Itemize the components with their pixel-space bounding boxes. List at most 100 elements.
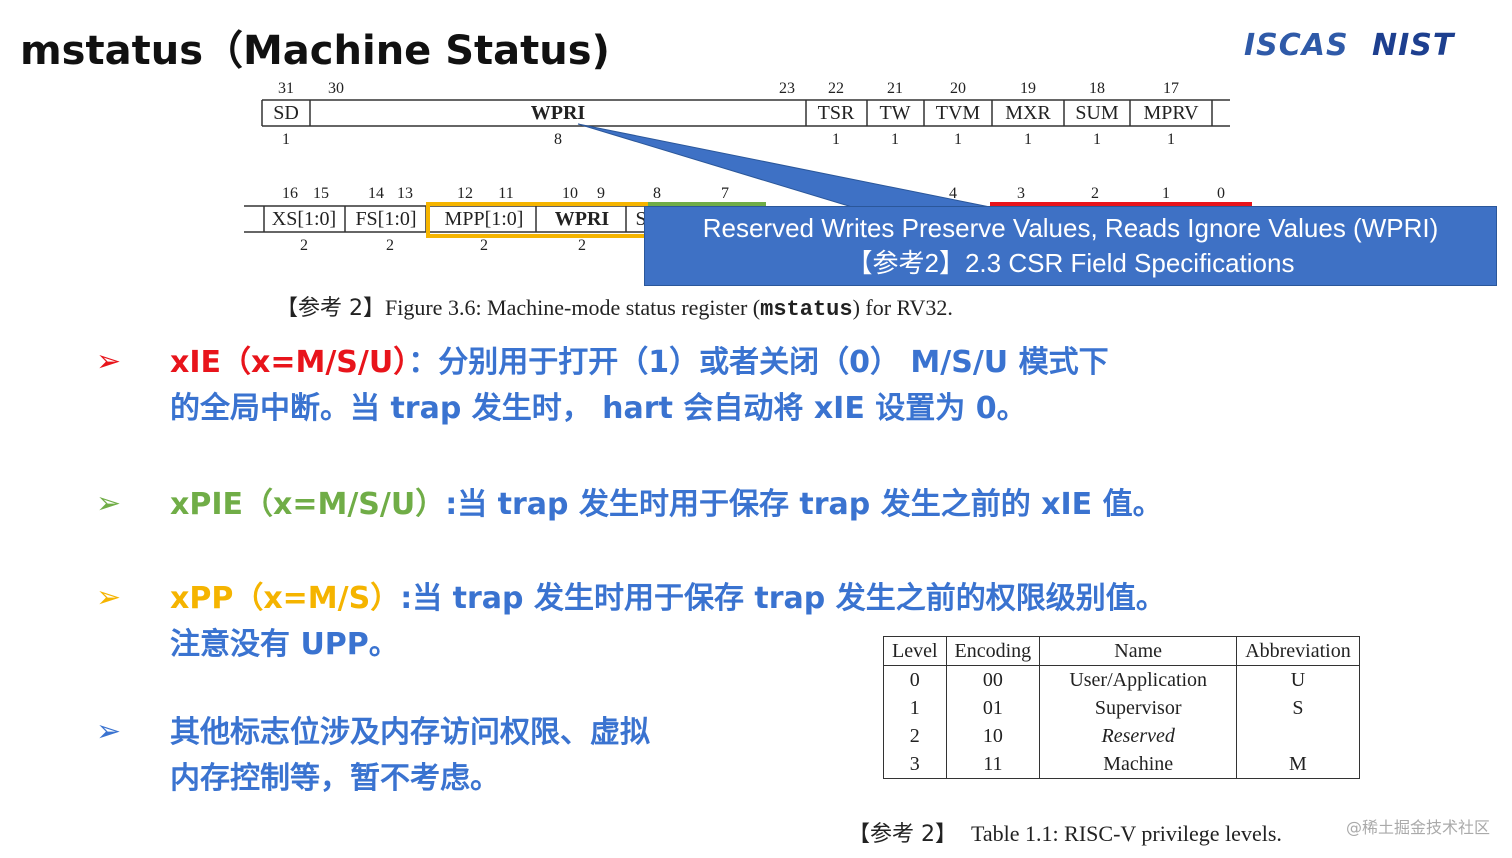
table-cell: [1236, 722, 1360, 750]
figure-caption: 【参考 2】Figure 3.6: Machine-mode status re…: [276, 290, 953, 322]
caption-ref: 【参考 2】: [276, 296, 385, 321]
table-cell: Machine: [1039, 750, 1238, 779]
callout-line-1: Reserved Writes Preserve Values, Reads I…: [702, 213, 1439, 243]
bullet-key: xPIE（x=M/S/U）: [170, 487, 446, 522]
bullet-text: :当 trap 发生时用于保存 trap 发生之前的 xIE 值。: [445, 487, 1163, 522]
table-cell: 2: [883, 722, 947, 750]
table-cell: 00: [945, 665, 1041, 694]
bit-label: 9: [597, 185, 605, 202]
table-row: 0 00 User/Application U: [883, 665, 1360, 694]
width-label: 2: [300, 237, 308, 254]
bit-label: 22: [828, 80, 844, 97]
bullet-xie: xIE（x=M/S/U）：分别用于打开（1）或者关闭（0） M/S/U 模式下 …: [170, 340, 1109, 432]
column-header: Abbreviation: [1236, 636, 1360, 666]
callout-line-2: 【参考2】2.3 CSR Field Specifications: [846, 248, 1295, 278]
bit-label: 7: [721, 185, 729, 202]
field-tw: TW: [879, 102, 910, 124]
table-cell: 1: [883, 694, 947, 722]
callout-pointer: [577, 123, 991, 208]
bit-label: 30: [328, 80, 344, 97]
bullet-arrow-icon: ➢: [96, 580, 122, 615]
column-header: Encoding: [945, 636, 1041, 666]
field-xs: XS[1:0]: [272, 208, 336, 230]
field-tsr: TSR: [818, 102, 855, 124]
bit-label: 23: [779, 80, 795, 97]
bullet-arrow-icon: ➢: [96, 714, 122, 749]
table-row: 2 10 Reserved: [883, 722, 1360, 750]
table-cell: Reserved: [1039, 722, 1238, 750]
bit-label: 18: [1089, 80, 1105, 97]
field-fs: FS[1:0]: [355, 208, 416, 230]
table-cell: S: [1236, 694, 1360, 722]
bit-label: 20: [950, 80, 966, 97]
width-label: 1: [282, 131, 290, 148]
column-header: Level: [883, 636, 947, 666]
table-header-row: Level Encoding Name Abbreviation: [883, 636, 1360, 666]
table-caption-ref: 【参考 2】: [848, 822, 957, 847]
bit-label: 19: [1020, 80, 1036, 97]
width-label: 2: [480, 237, 488, 254]
table-cell: U: [1236, 665, 1360, 694]
table-row: 1 01 Supervisor S: [883, 694, 1360, 722]
bit-label: 31: [278, 80, 294, 97]
table-cell: 0: [883, 665, 947, 694]
table-cell: M: [1236, 750, 1360, 779]
bit-label: 15: [313, 185, 329, 202]
field-wpri: WPRI: [531, 102, 586, 124]
bit-label: 17: [1163, 80, 1179, 97]
field-tvm: TVM: [936, 102, 981, 124]
table-cell: 01: [945, 694, 1041, 722]
bullet-text: 其他标志位涉及内存访问权限、虚拟: [170, 715, 650, 750]
bit-label: 13: [397, 185, 413, 202]
width-label: 1: [954, 131, 962, 148]
bullet-text: 内存控制等，暂不考虑。: [170, 761, 500, 796]
bit-label: 21: [887, 80, 903, 97]
bit-label: 3: [1017, 185, 1025, 202]
bit-label: 2: [1091, 185, 1099, 202]
bit-label: 14: [368, 185, 384, 202]
bit-label: 12: [457, 185, 473, 202]
bullet-key: xPP（x=M/S）: [170, 581, 401, 616]
width-label: 2: [386, 237, 394, 254]
field-mpp: MPP[1:0]: [445, 208, 524, 230]
field-wpri-2: WPRI: [555, 208, 610, 230]
table-caption-text: Table 1.1: RISC-V privilege levels.: [971, 821, 1282, 846]
table-cell: Supervisor: [1039, 694, 1238, 722]
bullet-key: xIE（x=M/S/U）: [170, 345, 409, 380]
table-row: 3 11 Machine M: [883, 750, 1360, 779]
bit-label: 10: [562, 185, 578, 202]
width-label: 2: [578, 237, 586, 254]
bullet-xpie: xPIE（x=M/S/U）:当 trap 发生时用于保存 trap 发生之前的 …: [170, 482, 1163, 528]
table-cell: 11: [945, 750, 1041, 779]
bit-label: 1: [1162, 185, 1170, 202]
width-label: 1: [1093, 131, 1101, 148]
field-sd: SD: [273, 102, 299, 124]
bullet-other: 其他标志位涉及内存访问权限、虚拟 内存控制等，暂不考虑。: [170, 710, 650, 802]
table-cell: 10: [945, 722, 1041, 750]
privilege-levels-table: Level Encoding Name Abbreviation 0 00 Us…: [883, 636, 1360, 779]
width-label: 1: [1024, 131, 1032, 148]
table-cell: User/Application: [1039, 665, 1238, 694]
caption-code: mstatus: [760, 297, 853, 322]
width-label: 1: [1167, 131, 1175, 148]
field-sum: SUM: [1075, 102, 1119, 124]
bullet-arrow-icon: ➢: [96, 344, 122, 379]
bit-label: 11: [498, 185, 513, 202]
width-label: 1: [891, 131, 899, 148]
bullet-text: :当 trap 发生时用于保存 trap 发生之前的权限级别值。: [400, 581, 1166, 616]
width-label: 8: [554, 131, 562, 148]
width-label: 1: [832, 131, 840, 148]
field-mprv: MPRV: [1143, 102, 1199, 124]
table-cell: 3: [883, 750, 947, 779]
bit-label: 0: [1217, 185, 1225, 202]
bullet-arrow-icon: ➢: [96, 486, 122, 521]
bit-label: 8: [653, 185, 661, 202]
caption-tail: ) for RV32.: [852, 295, 953, 320]
table-caption: 【参考 2】 Table 1.1: RISC-V privilege levels…: [848, 816, 1282, 848]
watermark: @稀土掘金技术社区: [1345, 818, 1490, 837]
column-header: Name: [1039, 636, 1238, 666]
field-mxr: MXR: [1005, 102, 1051, 124]
caption-text: Figure 3.6: Machine-mode status register…: [385, 295, 761, 320]
wpri-callout: Reserved Writes Preserve Values, Reads I…: [644, 206, 1497, 286]
bullet-text: ：分别用于打开（1）或者关闭（0） M/S/U 模式下: [408, 345, 1109, 380]
